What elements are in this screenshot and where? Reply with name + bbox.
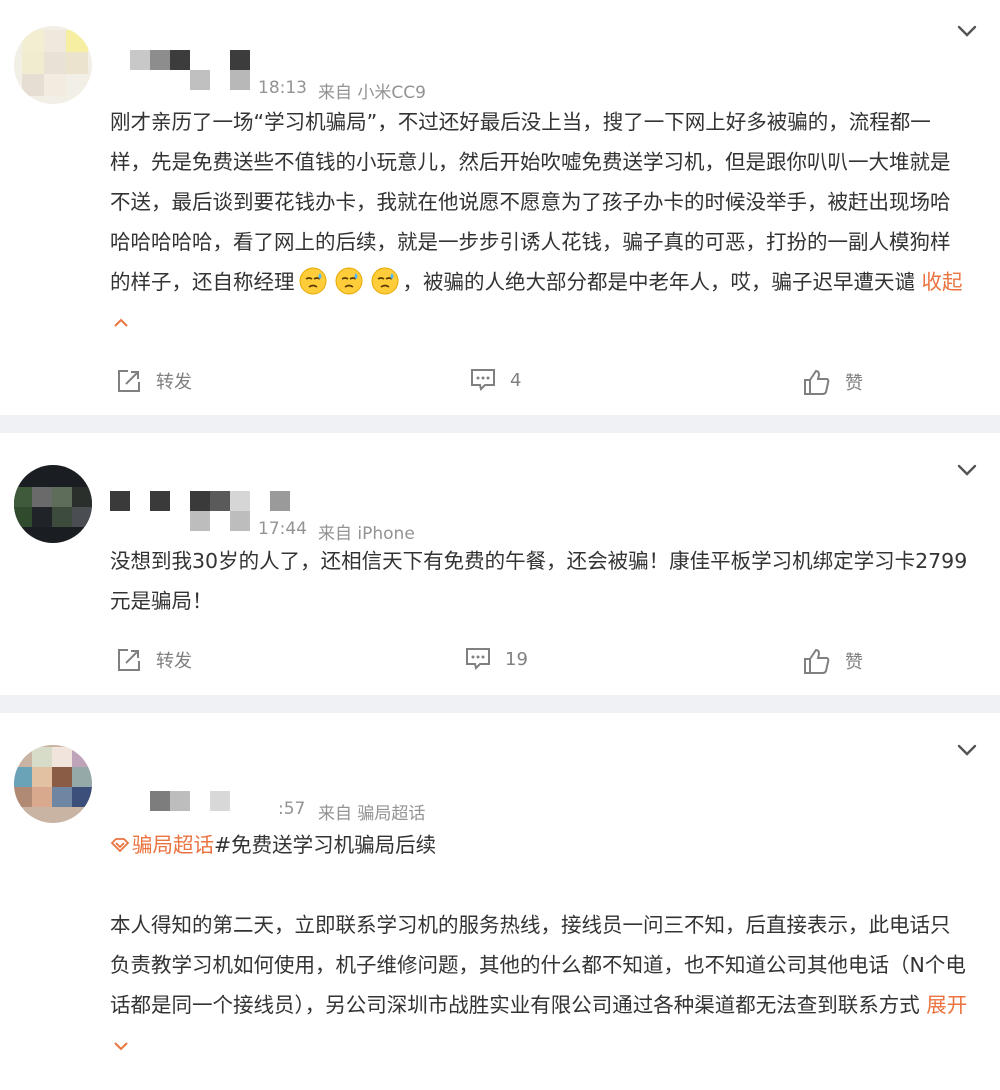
sweat-emoji-icon bbox=[299, 267, 326, 295]
chevron-down-icon[interactable] bbox=[956, 739, 978, 761]
post-text: 本人得知的第二天，立即联系学习机的服务热线，接线员一问三不知，后直接表示，此电话… bbox=[110, 905, 968, 1065]
sweat-emoji-icon bbox=[335, 267, 362, 295]
chevron-up-icon[interactable] bbox=[113, 317, 129, 329]
chevron-down-icon[interactable] bbox=[956, 459, 978, 481]
post-source: 来自 小米CC9 bbox=[318, 83, 426, 103]
repost-icon bbox=[118, 649, 140, 671]
super-topic-link[interactable]: 骗局超话 bbox=[110, 833, 214, 857]
post-text: 刚才亲历了一场“学习机骗局”，不过还好最后没上当，搜了一下网上好多被骗的，流程都… bbox=[110, 102, 968, 342]
post-text: 没想到我30岁的人了，还相信天下有免费的午餐，还会被骗！康佳平板学习机绑定学习卡… bbox=[110, 549, 968, 613]
repost-button[interactable]: 转发 bbox=[116, 368, 192, 394]
post-topic-line: 骗局超话#免费送学习机骗局后续 bbox=[110, 825, 968, 865]
like-button[interactable]: 赞 bbox=[803, 647, 863, 675]
comment-button[interactable]: 19 bbox=[465, 647, 528, 671]
repost-icon bbox=[118, 370, 140, 392]
post-card-3: :57 来自 骗局超话 骗局超话#免费送学习机骗局后续 本人得知的第二天，立即联… bbox=[0, 713, 1000, 1090]
comment-icon bbox=[471, 369, 495, 391]
post-source: 来自 骗局超话 bbox=[318, 804, 426, 824]
post-time[interactable]: :57 bbox=[278, 799, 305, 819]
sweat-emoji-icon bbox=[371, 267, 398, 295]
avatar[interactable] bbox=[14, 465, 92, 543]
chevron-down-icon[interactable] bbox=[113, 1040, 129, 1052]
chevron-down-icon[interactable] bbox=[956, 20, 978, 42]
hashtag[interactable]: #免费送学习机骗局后续 bbox=[214, 833, 436, 857]
comment-icon bbox=[466, 648, 490, 670]
post-divider bbox=[0, 415, 1000, 433]
post-time[interactable]: 17:44 bbox=[258, 519, 307, 539]
post-card-1: 18:13 来自 小米CC9 刚才亲历了一场“学习机骗局”，不过还好最后没上当，… bbox=[0, 0, 1000, 415]
post-actions: 转发 19 赞 bbox=[0, 647, 1000, 677]
avatar[interactable] bbox=[14, 745, 92, 823]
post-time[interactable]: 18:13 bbox=[258, 78, 307, 98]
post-divider bbox=[0, 695, 1000, 713]
post-card-2: 17:44 来自 iPhone 没想到我30岁的人了，还相信天下有免费的午餐，还… bbox=[0, 433, 1000, 695]
repost-button[interactable]: 转发 bbox=[116, 647, 192, 673]
thumbs-up-icon bbox=[804, 648, 830, 674]
like-button[interactable]: 赞 bbox=[803, 368, 863, 396]
diamond-topic-icon bbox=[110, 838, 130, 853]
comment-button[interactable]: 4 bbox=[470, 368, 521, 392]
avatar[interactable] bbox=[14, 26, 92, 104]
thumbs-up-icon bbox=[804, 369, 830, 395]
post-actions: 转发 4 赞 bbox=[0, 368, 1000, 398]
